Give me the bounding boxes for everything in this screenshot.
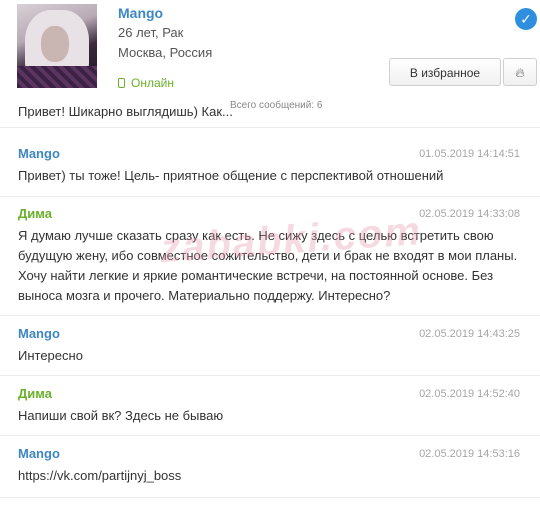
message-item: Mango 02.05.2019 14:53:16 https://vk.com… [0,446,540,496]
profile-location: Москва, Россия [118,45,213,60]
mobile-icon [118,78,125,88]
message-text[interactable]: https://vk.com/partijnyj_boss [18,466,518,486]
message-time: 02.05.2019 14:53:16 [419,448,520,460]
message-item: Дима 02.05.2019 14:52:40 Напиши свой вк?… [0,386,540,436]
add-to-favorites-button[interactable]: В избранное [389,58,501,86]
message-item: Mango 01.05.2019 14:14:51 Привет) ты тож… [0,146,540,206]
profile-age-sign: 26 лет, Рак [118,25,184,40]
fire-button[interactable]: 🔥︎ [503,58,537,86]
message-text: Напиши свой вк? Здесь не бываю [18,408,224,423]
online-status: Онлайн [118,76,174,90]
message-text: Привет) ты тоже! Цель- приятное общение … [18,168,444,183]
message-text: Интересно [18,348,83,363]
divider [0,196,540,197]
message-author[interactable]: Mango [18,146,60,161]
divider [0,375,540,376]
message-time: 01.05.2019 14:14:51 [419,148,520,160]
message-author[interactable]: Дима [18,386,52,401]
message-author[interactable]: Mango [18,326,60,341]
total-messages-count: Всего сообщений: 6 [228,100,325,111]
divider [0,435,540,436]
divider [0,497,540,498]
message-time: 02.05.2019 14:43:25 [419,328,520,340]
message-item: Mango 02.05.2019 14:43:25 Интересно [0,326,540,376]
avatar[interactable] [17,4,97,88]
profile-name[interactable]: Mango [118,5,163,21]
divider [0,127,540,128]
message-author[interactable]: Дима [18,206,52,221]
message-author[interactable]: Mango [18,446,60,461]
profile-header: Mango 26 лет, Рак Москва, Россия Онлайн … [0,0,540,100]
online-label: Онлайн [131,76,174,90]
check-circle-icon: ✓ [515,8,537,30]
message-item: Дима 02.05.2019 14:33:08 Я думаю лучше с… [0,206,540,316]
message-text-partial: Привет! Шикарно выглядишь) Как... [18,104,233,119]
message-time: 02.05.2019 14:33:08 [419,208,520,220]
fire-icon: 🔥︎ [515,65,525,80]
message-text: Я думаю лучше сказать сразу как есть. Не… [18,228,518,303]
message-time: 02.05.2019 14:52:40 [419,388,520,400]
divider [0,315,540,316]
